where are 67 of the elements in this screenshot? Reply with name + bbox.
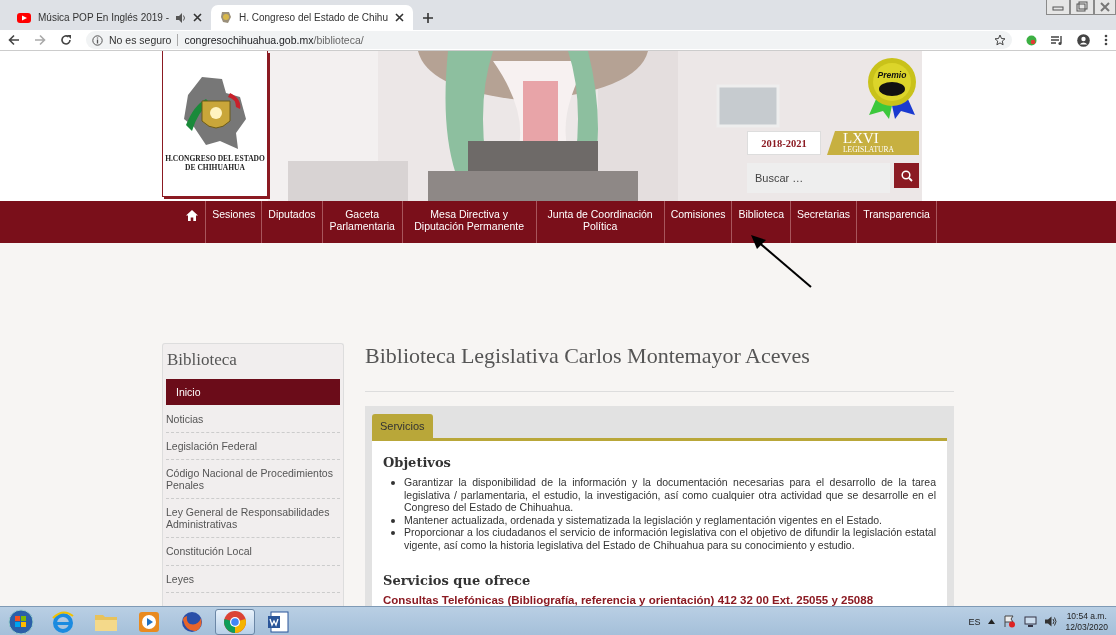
content-tab[interactable]: Servicios [372,414,433,438]
network-icon[interactable] [1024,615,1038,628]
sidebar-item[interactable]: Inicio [166,379,340,406]
taskbar-button[interactable] [215,608,255,635]
up-arrow-icon[interactable] [988,619,996,624]
close-icon[interactable] [193,13,202,22]
browser-tab[interactable]: H. Congreso del Estado de Chihu [211,5,413,30]
nav-link[interactable]: Diputados [262,201,323,243]
page-title: Biblioteca Legislativa Carlos Montemayor Aceves [365,343,954,392]
nav-link[interactable]: Secretarias [791,201,858,243]
sidebar-item[interactable]: Leyes [166,565,340,593]
minimize-icon[interactable] [1046,0,1070,15]
play-icon[interactable] [138,610,160,633]
reload-icon[interactable] [60,34,72,46]
language-indicator[interactable]: ES [968,616,981,627]
search-icon [900,169,913,182]
sidebar-item[interactable]: Legislación Federal [166,433,340,461]
bullet-icon [391,481,395,485]
bullet-icon [391,531,395,535]
sidebar-item[interactable]: Código Nacional de Procedimientos Penales [166,460,340,500]
restore-icon[interactable] [1070,0,1094,15]
extension-icon[interactable] [1026,34,1037,46]
service-text: Consultas Telefónicas (Bibliografía, referencia y orientación) 412 32 00 Ext. 25055 y 25088 [383,594,875,606]
chrome-icon[interactable] [223,609,247,634]
search-field[interactable]: Buscar … [747,163,890,193]
fox-globe-icon[interactable] [180,609,204,634]
nav-link[interactable]: Junta de Coordinación Política [536,201,665,243]
objective-text: Mantener actualizada, ordenada y sistematizada la legislación y reglamentación vigentes en el Estado. [404,513,883,526]
security-label: No es seguro [109,34,172,46]
document-w-icon[interactable] [266,609,290,634]
new-tab-icon[interactable] [423,13,433,23]
nav-link[interactable]: Transparencia [857,201,937,243]
nav-link[interactable]: Gaceta Parlamentaria [322,201,403,243]
search-button[interactable] [894,163,919,188]
speaker-icon[interactable] [1045,616,1058,627]
video-icon [17,12,31,23]
nav-link[interactable]: Comisiones [664,201,733,243]
badge-text: Premio [876,70,908,80]
playlist-icon[interactable] [1051,34,1063,46]
period-label: 2018-2021 [747,131,821,155]
objective-text: Garantizar la disponibilidad de la información y la documentación necesarias para el desarrollo de la tarea legislativa / parlamentaria, el estudio, la investigación, así como cualquier otra actividad que se desarrolle en el Congreso del Estado de Chihuahua. [404,476,936,514]
flag-alert-icon[interactable] [1003,615,1017,628]
menu-icon[interactable] [1104,34,1108,46]
section-heading: Servicios que ofrece [383,573,532,588]
info-icon[interactable] [92,34,103,46]
browser-tab[interactable]: Música POP En Inglés 2019 - [8,5,211,30]
nav-link[interactable]: Mesa Directiva y Diputación Permanente [402,201,537,243]
emblem-icon [220,11,232,24]
star-icon[interactable] [994,34,1006,46]
objective-text: Proporcionar a los ciudadanos el servicio de información legislativa con el objetivo de difundir la legislación estatal vigente, así como la historia legislativa del Estado de Chihuahua para su conocimiento y estudio. [404,526,936,551]
home-icon[interactable] [186,210,199,221]
url-text: congresochihuahua.gob.mx/biblioteca/ [184,34,364,46]
bullet-icon [391,518,395,523]
close-icon[interactable] [395,13,404,22]
sidebar-title: Biblioteca [166,349,238,371]
start-orb-icon[interactable] [8,608,34,635]
clock[interactable]: 10:54 a.m. 12/03/2020 [1065,610,1108,633]
nav-link[interactable]: Sesiones [206,201,263,243]
address-bar[interactable]: No es seguro congresochihuahua.gob.mx/biblioteca/ [86,31,1012,49]
back-icon[interactable] [8,34,20,46]
account-icon[interactable] [1077,33,1090,47]
section-heading: Objetivos [383,455,452,470]
arrow [751,235,812,288]
sidebar-item[interactable]: Noticias [166,406,340,434]
sidebar-item[interactable]: Ley General de Responsabilidades Administrativas [166,499,340,539]
sidebar-item[interactable]: Constitución Local [166,538,340,566]
award-badge-icon [865,57,919,121]
